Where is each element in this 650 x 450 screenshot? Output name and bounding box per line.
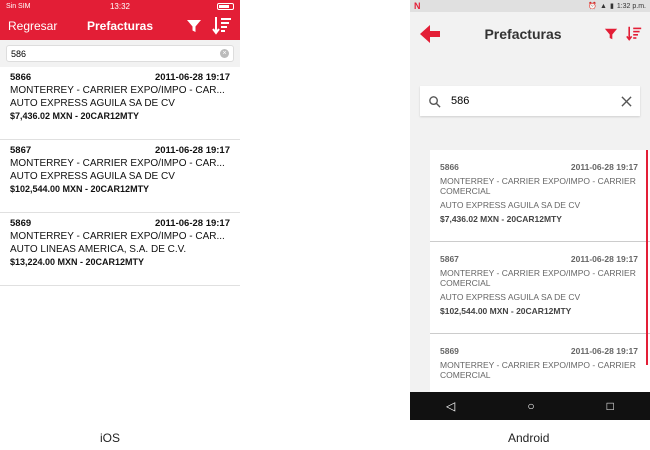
list-item[interactable]: 5867 2011-06-28 19:17 MONTERREY - CARRIER…	[430, 242, 650, 334]
android-toolbar-actions	[604, 26, 642, 42]
notification-icon: N	[414, 1, 421, 11]
ios-nav-actions	[186, 16, 232, 36]
android-caption: Android	[508, 431, 550, 445]
sort-icon[interactable]	[626, 26, 642, 42]
android-list: 5866 2011-06-28 19:17 MONTERREY - CARRIER…	[430, 150, 650, 394]
item-client: AUTO EXPRESS AGUILA SA DE CV	[440, 292, 581, 302]
item-route: MONTERREY - CARRIER EXPO/IMPO - CARRIER …	[440, 268, 636, 288]
item-id: 5867	[10, 145, 32, 156]
item-date: 2011-06-28 19:17	[154, 145, 230, 156]
item-date: 2011-06-28 19:17	[570, 346, 638, 356]
nav-home-icon[interactable]: ○	[527, 399, 534, 413]
android-nav-bar: ◁ ○ □	[410, 392, 650, 420]
ios-screen: Sin SIM 13:32 Regresar Prefacturas × 586	[0, 0, 240, 292]
android-status-time: 1:32 p.m.	[616, 2, 646, 10]
ios-status-bar: Sin SIM 13:32	[0, 0, 240, 12]
comparison-stage: Sin SIM 13:32 Regresar Prefacturas × 586	[0, 0, 650, 450]
item-id: 5869	[10, 218, 32, 229]
search-icon	[429, 95, 441, 108]
list-item[interactable]: 5867 2011-06-28 19:17 MONTERREY - CARRIER…	[0, 140, 240, 213]
item-id: 5866	[440, 162, 459, 172]
alarm-icon: ⏰	[588, 3, 598, 10]
battery-icon	[217, 2, 234, 10]
item-id: 5867	[440, 254, 459, 264]
list-item[interactable]: 5869 2011-06-28 19:17 MONTERREY - CARRIER…	[430, 334, 650, 394]
list-item[interactable]: 5866 2011-06-28 19:17 MONTERREY - CARRIER…	[0, 67, 240, 140]
ios-status-time: 13:32	[109, 1, 131, 11]
item-route: MONTERREY - CARRIER EXPO/IMPO - CAR...	[10, 158, 225, 169]
ios-list: 5866 2011-06-28 19:17 MONTERREY - CARRIER…	[0, 67, 240, 286]
item-route: MONTERREY - CARRIER EXPO/IMPO - CARRIER …	[440, 360, 636, 380]
page-title: Prefacturas	[484, 26, 562, 42]
item-amount: $7,436.02 MXN - 20CAR12MTY	[440, 214, 562, 224]
android-search-bar	[420, 86, 640, 116]
ios-search-bar: ×	[0, 40, 240, 67]
search-input[interactable]	[11, 48, 220, 59]
item-amount: $13,224.00 MXN - 20CAR12MTY	[10, 257, 145, 267]
search-input[interactable]	[451, 95, 621, 107]
item-route: MONTERREY - CARRIER EXPO/IMPO - CAR...	[10, 85, 225, 96]
android-toolbar: Prefacturas	[410, 12, 650, 56]
item-date: 2011-06-28 19:17	[154, 218, 230, 229]
filter-icon[interactable]	[186, 18, 202, 34]
item-route: MONTERREY - CARRIER EXPO/IMPO - CAR...	[10, 231, 225, 242]
ios-caption: iOS	[100, 431, 121, 445]
item-date: 2011-06-28 19:17	[154, 72, 230, 83]
item-date: 2011-06-28 19:17	[570, 254, 638, 264]
item-date: 2011-06-28 19:17	[570, 162, 638, 172]
android-screen: N ⏰ ▲ ▮ 1:32 p.m. Prefacturas 5866 2011-0…	[410, 0, 650, 420]
item-client: AUTO EXPRESS AGUILA SA DE CV	[10, 98, 175, 109]
battery-icon: ▮	[609, 3, 614, 10]
clear-icon[interactable]	[621, 95, 632, 107]
item-id: 5866	[10, 72, 32, 83]
clear-icon[interactable]: ×	[220, 49, 229, 58]
list-item[interactable]: 5869 2011-06-28 19:17 MONTERREY - CARRIER…	[0, 213, 240, 286]
list-item[interactable]: 5866 2011-06-28 19:17 MONTERREY - CARRIER…	[430, 150, 650, 242]
item-amount: $102,544.00 MXN - 20CAR12MTY	[440, 306, 572, 316]
item-client: AUTO EXPRESS AGUILA SA DE CV	[10, 171, 175, 182]
item-id: 5869	[440, 346, 459, 356]
android-status-icons: ⏰ ▲ ▮ 1:32 p.m.	[588, 2, 646, 11]
nav-back-icon[interactable]: ◁	[446, 399, 455, 413]
ios-search-box: ×	[6, 45, 234, 62]
back-button[interactable]: Regresar	[8, 19, 57, 33]
filter-icon[interactable]	[604, 27, 618, 41]
android-status-bar: N ⏰ ▲ ▮ 1:32 p.m.	[410, 0, 650, 12]
ios-header: Sin SIM 13:32 Regresar Prefacturas	[0, 0, 240, 40]
nav-recents-icon[interactable]: □	[607, 399, 614, 413]
item-client: AUTO LINEAS AMERICA, S.A. DE C.V.	[10, 244, 187, 255]
back-arrow-icon[interactable]	[418, 22, 442, 46]
item-amount: $7,436.02 MXN - 20CAR12MTY	[10, 111, 140, 121]
item-amount: $102,544.00 MXN - 20CAR12MTY	[10, 184, 150, 194]
ios-nav-bar: Regresar Prefacturas	[0, 12, 240, 40]
item-client: AUTO EXPRESS AGUILA SA DE CV	[440, 200, 581, 210]
sort-icon[interactable]	[212, 16, 232, 36]
signal-icon: ▲	[600, 2, 607, 10]
item-route: MONTERREY - CARRIER EXPO/IMPO - CARRIER …	[440, 176, 636, 196]
